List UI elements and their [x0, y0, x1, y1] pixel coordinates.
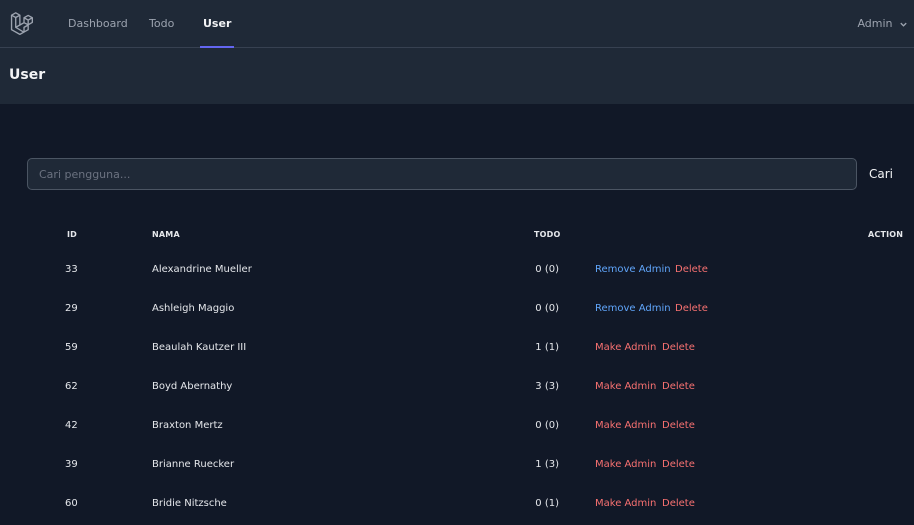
table-row: 59 Beaulah Kautzer III 1 (1) Make Admin Dele…: [0, 328, 914, 367]
table-row: 42 Braxton Mertz 0 (0) Make Admin Delete: [0, 406, 914, 445]
user-menu-label: Admin: [857, 17, 893, 30]
user-id-cell: 62: [65, 381, 78, 392]
top-navbar: Dashboard Todo User Admin: [0, 0, 914, 48]
make-admin-button[interactable]: Make Admin: [595, 484, 656, 523]
make-admin-button[interactable]: Make Admin: [595, 406, 656, 445]
user-name-cell: Boyd Abernathy: [152, 381, 233, 392]
todo-count-cell: 0 (0): [535, 420, 559, 431]
delete-button[interactable]: Delete: [675, 250, 708, 289]
user-name-cell: Brianne Ruecker: [152, 459, 235, 470]
laravel-logo-icon[interactable]: [10, 11, 37, 38]
user-name-cell: Beaulah Kautzer III: [152, 342, 247, 353]
table-row: 29 Ashleigh Maggio 0 (0) Remove Admin Delete: [0, 289, 914, 328]
nav-link-dashboard[interactable]: Dashboard: [68, 0, 128, 48]
page-title: User: [9, 67, 46, 83]
user-id-cell: 29: [65, 303, 78, 314]
delete-button[interactable]: Delete: [662, 406, 695, 445]
delete-button[interactable]: Delete: [662, 328, 695, 367]
todo-count-cell: 1 (3): [535, 459, 559, 470]
search-input[interactable]: [27, 158, 857, 190]
remove-admin-button[interactable]: Remove Admin: [595, 250, 671, 289]
table-row: 39 Brianne Ruecker 1 (3) Make Admin Delete: [0, 445, 914, 484]
make-admin-button[interactable]: Make Admin: [595, 445, 656, 484]
user-id-cell: 60: [65, 498, 78, 509]
todo-count-cell: 0 (1): [535, 498, 559, 509]
user-id-cell: 59: [65, 342, 78, 353]
make-admin-button[interactable]: Make Admin: [595, 367, 656, 406]
user-menu[interactable]: Admin: [857, 0, 908, 48]
todo-count-cell: 1 (1): [535, 342, 559, 353]
column-header-todo: TODO: [534, 230, 561, 239]
nav-link-todo[interactable]: Todo: [149, 0, 174, 48]
page-header: User: [0, 48, 914, 104]
user-name-cell: Ashleigh Maggio: [152, 303, 235, 314]
chevron-down-icon: [900, 22, 907, 27]
todo-count-cell: 3 (3): [535, 381, 559, 392]
user-id-cell: 42: [65, 420, 78, 431]
todo-count-cell: 0 (0): [535, 264, 559, 275]
delete-button[interactable]: Delete: [662, 484, 695, 523]
table-row: 62 Boyd Abernathy 3 (3) Make Admin Delete: [0, 367, 914, 406]
column-header-action: ACTION: [868, 230, 904, 239]
remove-admin-button[interactable]: Remove Admin: [595, 289, 671, 328]
table-row: 60 Bridie Nitzsche 0 (1) Make Admin Delete: [0, 484, 914, 523]
delete-button[interactable]: Delete: [662, 445, 695, 484]
todo-count-cell: 0 (0): [535, 303, 559, 314]
delete-button[interactable]: Delete: [662, 367, 695, 406]
make-admin-button[interactable]: Make Admin: [595, 328, 656, 367]
column-header-name: NAMA: [152, 230, 180, 239]
nav-link-user[interactable]: User: [200, 0, 235, 48]
user-id-cell: 39: [65, 459, 78, 470]
column-header-id: ID: [67, 230, 78, 239]
user-name-cell: Bridie Nitzsche: [152, 498, 227, 509]
user-id-cell: 33: [65, 264, 78, 275]
table-row: 33 Alexandrine Mueller 0 (0) Remove Admin De…: [0, 250, 914, 289]
delete-button[interactable]: Delete: [675, 289, 708, 328]
user-name-cell: Alexandrine Mueller: [152, 264, 252, 275]
user-name-cell: Braxton Mertz: [152, 420, 223, 431]
search-button[interactable]: Cari: [869, 162, 893, 186]
